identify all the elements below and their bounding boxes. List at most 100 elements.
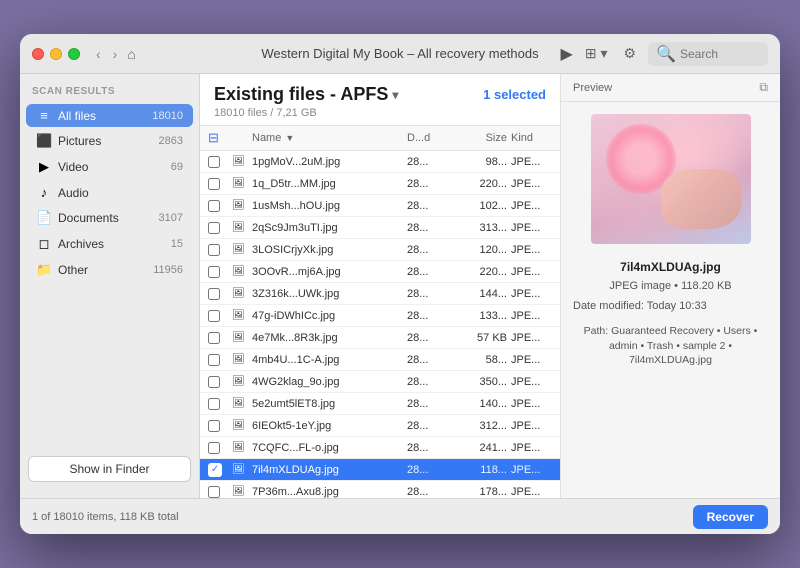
sidebar-item-label: Audio — [58, 186, 177, 200]
sidebar-item-count: 3107 — [159, 212, 183, 224]
preview-image-container — [561, 102, 780, 256]
checkbox-input[interactable] — [208, 200, 220, 212]
table-row[interactable]: 🖼 4mb4U...1C-A.jpg 28... 58... JPE... — [200, 349, 560, 371]
sidebar-footer: Show in Finder — [20, 448, 199, 490]
file-thumb-icon: 🖼 — [232, 486, 252, 497]
show-in-finder-button[interactable]: Show in Finder — [28, 456, 191, 482]
file-thumb-icon: 🖼 — [232, 354, 252, 365]
preview-details: Date modified: Today 10:33 — [561, 294, 780, 320]
sidebar-item-all-files[interactable]: ≡ All files 18010 — [26, 104, 193, 127]
row-checkbox[interactable] — [208, 486, 232, 498]
file-list[interactable]: 🖼 1pgMoV...2uM.jpg 28... 98... JPE... 🖼 … — [200, 151, 560, 498]
back-button[interactable]: ‹ — [92, 44, 105, 64]
row-checkbox[interactable] — [208, 398, 232, 410]
settings-button[interactable]: ⚙ — [620, 43, 641, 64]
file-kind: JPE... — [507, 420, 552, 432]
sidebar-item-documents[interactable]: 📄 Documents 3107 — [26, 206, 193, 230]
checkbox-input[interactable] — [208, 376, 220, 388]
forward-button[interactable]: › — [109, 44, 122, 64]
row-checkbox[interactable] — [208, 420, 232, 432]
minimize-button[interactable] — [50, 48, 62, 60]
sidebar-item-archives[interactable]: ◻ Archives 15 — [26, 232, 193, 256]
play-button[interactable]: ▶ — [561, 44, 573, 64]
sort-arrow-icon: ▼ — [285, 133, 294, 143]
file-name: 4e7Mk...8R3k.jpg — [252, 332, 407, 344]
table-row[interactable]: 🖼 4WG2klag_9o.jpg 28... 350... JPE... — [200, 371, 560, 393]
file-size: 312... — [457, 420, 507, 432]
row-checkbox[interactable] — [208, 332, 232, 344]
checkbox-input[interactable] — [208, 156, 220, 168]
sidebar-item-video[interactable]: ▶ Video 69 — [26, 155, 193, 179]
table-row[interactable]: 🖼 5e2umt5lET8.jpg 28... 140... JPE... — [200, 393, 560, 415]
table-row[interactable]: 🖼 1usMsh...hOU.jpg 28... 102... JPE... — [200, 195, 560, 217]
row-checkbox[interactable] — [208, 354, 232, 366]
checkbox-input[interactable] — [208, 486, 220, 498]
checkbox-input[interactable] — [208, 288, 220, 300]
file-date: 28... — [407, 266, 457, 278]
checkbox-input[interactable] — [208, 178, 220, 190]
row-checkbox[interactable]: ✓ — [208, 463, 232, 477]
preview-path: Path: Guaranteed Recovery • Users • admi… — [561, 324, 780, 368]
table-row[interactable]: 🖼 1q_D5tr...MM.jpg 28... 220... JPE... — [200, 173, 560, 195]
kind-col-header[interactable]: Kind — [507, 132, 552, 144]
row-checkbox[interactable] — [208, 442, 232, 454]
file-kind: JPE... — [507, 178, 552, 190]
recover-button[interactable]: Recover — [693, 505, 768, 529]
table-row[interactable]: ✓ 🖼 7il4mXLDUAg.jpg 28... 118... JPE... — [200, 459, 560, 481]
table-row[interactable]: 🖼 2qSc9Jm3uTI.jpg 28... 313... JPE... — [200, 217, 560, 239]
view-options-button[interactable]: ⊞ ▾ — [581, 43, 612, 64]
name-col-header[interactable]: Name ▼ — [252, 132, 407, 144]
sidebar-item-audio[interactable]: ♪ Audio — [26, 181, 193, 204]
row-checkbox[interactable] — [208, 222, 232, 234]
checkbox-input[interactable] — [208, 332, 220, 344]
documents-icon: 📄 — [36, 210, 52, 226]
table-row[interactable]: 🖼 4e7Mk...8R3k.jpg 28... 57 KB JPE... — [200, 327, 560, 349]
checkbox-input[interactable] — [208, 420, 220, 432]
row-checkbox[interactable] — [208, 310, 232, 322]
check-all-header[interactable]: ⊟ — [208, 130, 232, 146]
checkbox-input[interactable] — [208, 354, 220, 366]
preview-copy-icon[interactable]: ⧉ — [759, 80, 768, 95]
file-thumb-icon: 🖼 — [232, 266, 252, 277]
table-row[interactable]: 🖼 3Z316k...UWk.jpg 28... 144... JPE... — [200, 283, 560, 305]
table-row[interactable]: 🖼 6IEOkt5-1eY.jpg 28... 312... JPE... — [200, 415, 560, 437]
checkbox-input[interactable] — [208, 266, 220, 278]
row-checkbox[interactable] — [208, 200, 232, 212]
sidebar-item-other[interactable]: 📁 Other 11956 — [26, 258, 193, 282]
home-button[interactable]: ⌂ — [127, 46, 135, 62]
date-col-header[interactable]: D...d — [407, 132, 457, 144]
table-row[interactable]: 🖼 7CQFC...FL-o.jpg 28... 241... JPE... — [200, 437, 560, 459]
table-row[interactable]: 🖼 1pgMoV...2uM.jpg 28... 98... JPE... — [200, 151, 560, 173]
main-window: ‹ › ⌂ Western Digital My Book – All reco… — [20, 34, 780, 534]
sidebar-item-pictures[interactable]: ⬛ Pictures 2863 — [26, 129, 193, 153]
row-checkbox[interactable] — [208, 244, 232, 256]
size-col-header[interactable]: Size — [457, 132, 507, 144]
table-row[interactable]: 🖼 3OOvR...mj6A.jpg 28... 220... JPE... — [200, 261, 560, 283]
file-name: 7CQFC...FL-o.jpg — [252, 442, 407, 454]
dropdown-arrow-icon[interactable]: ▾ — [392, 88, 398, 102]
preview-panel: Preview ⧉ 7il4mXLDUAg.jpg JPEG image • 1… — [560, 74, 780, 498]
file-date: 28... — [407, 222, 457, 234]
checkbox-input[interactable] — [208, 442, 220, 454]
file-size: 58... — [457, 354, 507, 366]
checkbox-input[interactable] — [208, 244, 220, 256]
row-checkbox[interactable] — [208, 178, 232, 190]
search-input[interactable] — [680, 47, 760, 61]
file-name: 4WG2klag_9o.jpg — [252, 376, 407, 388]
row-checkbox[interactable] — [208, 288, 232, 300]
checkbox-input[interactable] — [208, 310, 220, 322]
file-area-title-text: Existing files - APFS — [214, 84, 388, 105]
file-size: 178... — [457, 486, 507, 498]
table-row[interactable]: 🖼 47g-iDWhICc.jpg 28... 133... JPE... — [200, 305, 560, 327]
close-button[interactable] — [32, 48, 44, 60]
row-checkbox[interactable] — [208, 266, 232, 278]
checkbox-input[interactable] — [208, 398, 220, 410]
file-date: 28... — [407, 398, 457, 410]
row-checkbox[interactable] — [208, 156, 232, 168]
bottom-bar: 1 of 18010 items, 118 KB total Recover — [20, 498, 780, 534]
row-checkbox[interactable] — [208, 376, 232, 388]
maximize-button[interactable] — [68, 48, 80, 60]
checkbox-input[interactable] — [208, 222, 220, 234]
table-row[interactable]: 🖼 3LOSICrjyXk.jpg 28... 120... JPE... — [200, 239, 560, 261]
table-row[interactable]: 🖼 7P36m...Axu8.jpg 28... 178... JPE... — [200, 481, 560, 498]
